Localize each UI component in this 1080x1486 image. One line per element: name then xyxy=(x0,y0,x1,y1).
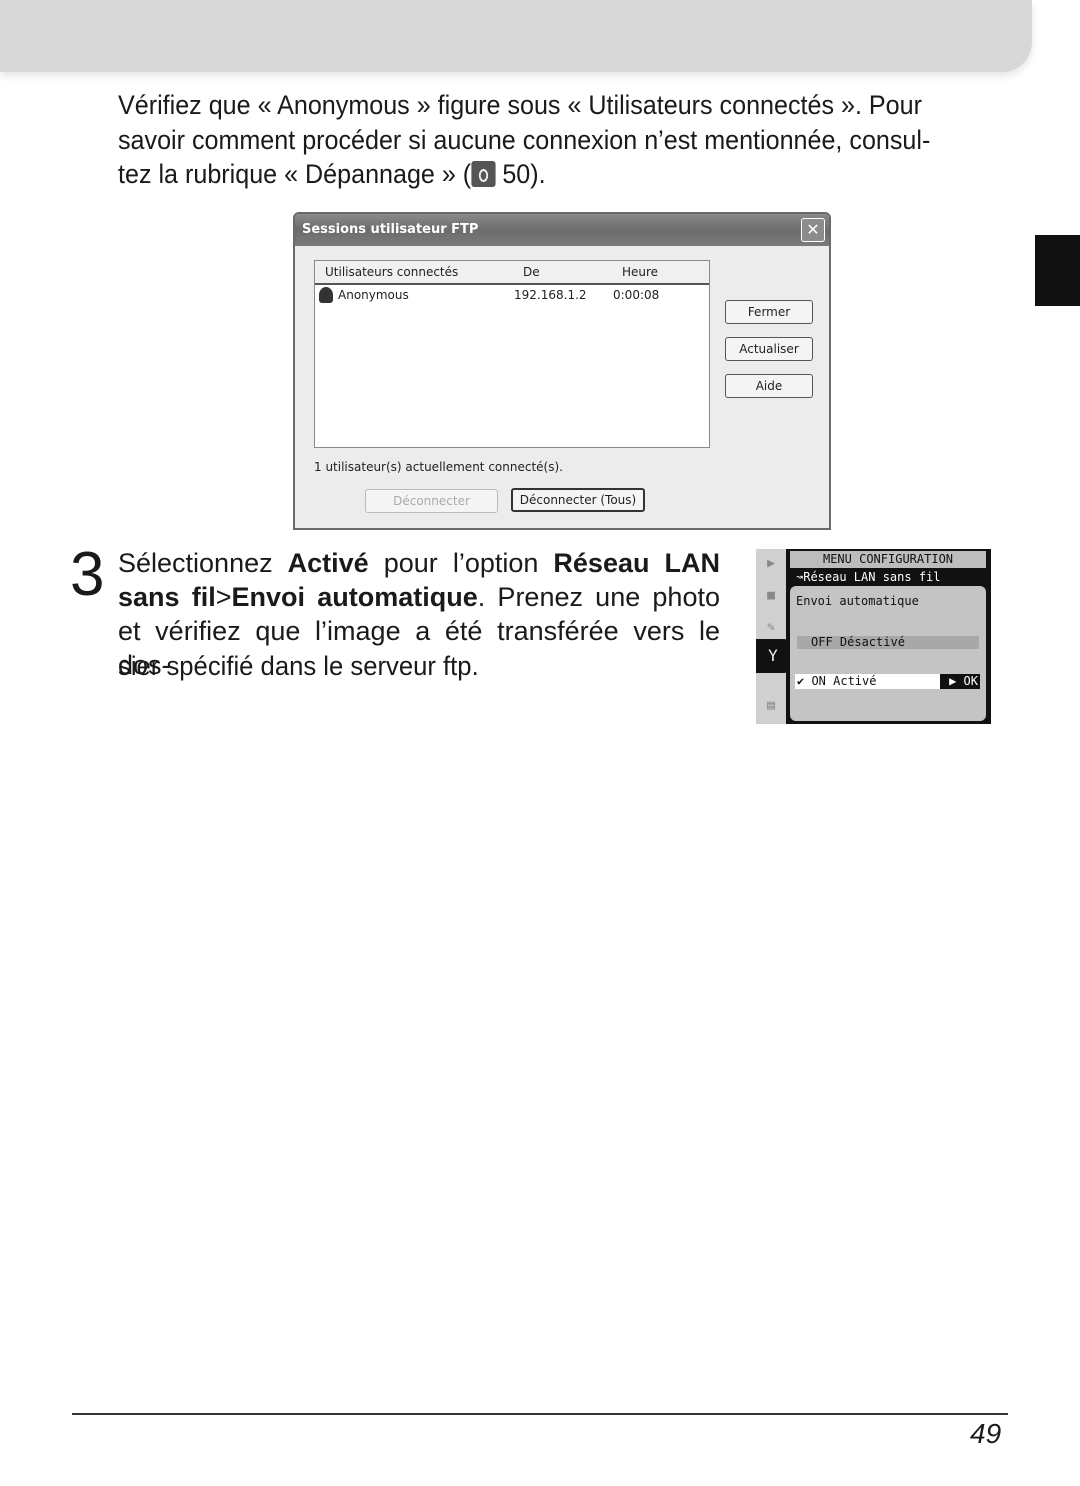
intro-text: tez la rubrique « Dépannage » ( xyxy=(118,159,472,189)
section-tab xyxy=(1035,235,1080,306)
camera-icon: ■ xyxy=(767,588,775,603)
cell-time: 0:00:08 xyxy=(613,288,660,302)
step-separator: > xyxy=(215,582,232,612)
option-on-label: ✔ ON Activé xyxy=(797,674,877,688)
step-text: . Prenez une photo xyxy=(477,582,720,612)
footer-rule xyxy=(72,1413,1008,1415)
header-band xyxy=(0,0,1032,72)
dialog-title: Sessions utilisateur FTP xyxy=(302,222,479,237)
disconnect-all-button[interactable]: Déconnecter (Tous) xyxy=(511,488,645,512)
ok-indicator: ▶ OK xyxy=(940,674,980,689)
playback-icon: ▶ xyxy=(767,556,775,571)
list-header: Utilisateurs connectés De Heure xyxy=(315,261,709,285)
users-list[interactable]: Utilisateurs connectés De Heure Anonymou… xyxy=(314,260,710,448)
menu-subtitle: ↝Réseau LAN sans fil xyxy=(796,570,941,584)
help-button[interactable]: Aide xyxy=(725,374,813,398)
dialog-titlebar: Sessions utilisateur FTP ✕ xyxy=(295,214,829,246)
column-users[interactable]: Utilisateurs connectés xyxy=(325,265,458,279)
step-line-1: Sélectionnez Activé pour l’option Réseau… xyxy=(118,546,720,580)
option-off[interactable]: OFF Désactivé xyxy=(797,635,979,649)
troubleshooting-icon xyxy=(471,161,496,187)
refresh-button[interactable]: Actualiser xyxy=(725,337,813,361)
column-from[interactable]: De xyxy=(523,265,540,279)
close-button[interactable]: Fermer xyxy=(725,300,813,324)
menu-panel: Envoi automatique OFF Désactivé ✔ ON Act… xyxy=(790,586,986,721)
step-bold-wireless: sans fil xyxy=(118,582,216,612)
step-line-4: sier spécifié dans le serveur ftp. xyxy=(118,651,479,681)
intro-line-3: tez la rubrique « Dépannage » ( 50). xyxy=(118,157,546,191)
intro-line-2: savoir comment procéder si aucune connex… xyxy=(118,125,931,155)
pencil-icon: ✎ xyxy=(767,620,775,635)
step-bold-auto-send: Envoi automatique xyxy=(231,582,478,612)
step-bold-active: Activé xyxy=(287,548,369,578)
intro-line-1: Vérifiez que « Anonymous » figure sous «… xyxy=(118,90,922,120)
menu-item-title: Envoi automatique xyxy=(796,594,919,608)
option-on[interactable]: ✔ ON Activé xyxy=(795,674,940,689)
anonymous-user-icon xyxy=(319,287,333,303)
step-bold-network: Réseau LAN xyxy=(553,548,721,578)
page-number: 49 xyxy=(970,1418,1002,1449)
cell-user: Anonymous xyxy=(338,288,409,302)
step-line-2: sans fil>Envoi automatique. Prenez une p… xyxy=(118,580,720,614)
close-icon[interactable]: ✕ xyxy=(801,218,825,242)
camera-menu-screen: ▶ ■ ✎ ▤ Y MENU CONFIGURATION ↝Réseau LAN… xyxy=(756,549,991,724)
step-number: 3 xyxy=(70,540,105,609)
table-row[interactable]: Anonymous 192.168.1.2 0:00:08 xyxy=(315,287,709,305)
option-off-label: OFF Désactivé xyxy=(811,635,905,649)
disconnect-button[interactable]: Déconnecter xyxy=(365,489,498,513)
cell-from: 192.168.1.2 xyxy=(514,288,587,302)
recent-settings-icon: ▤ xyxy=(767,698,775,713)
status-text: 1 utilisateur(s) actuellement connecté(s… xyxy=(314,460,563,474)
step-text: pour l’option xyxy=(368,548,554,578)
menu-header: MENU CONFIGURATION xyxy=(790,551,986,568)
wrench-icon: Y xyxy=(756,639,790,673)
menu-tab-strip: ▶ ■ ✎ ▤ xyxy=(756,549,786,724)
intro-page-ref: 50). xyxy=(495,159,546,189)
ftp-sessions-dialog: Sessions utilisateur FTP ✕ Utilisateurs c… xyxy=(293,212,831,530)
column-time[interactable]: Heure xyxy=(622,265,658,279)
step-text: Sélectionnez xyxy=(118,548,288,578)
manual-page: Vérifiez que « Anonymous » figure sous «… xyxy=(0,0,1080,1486)
